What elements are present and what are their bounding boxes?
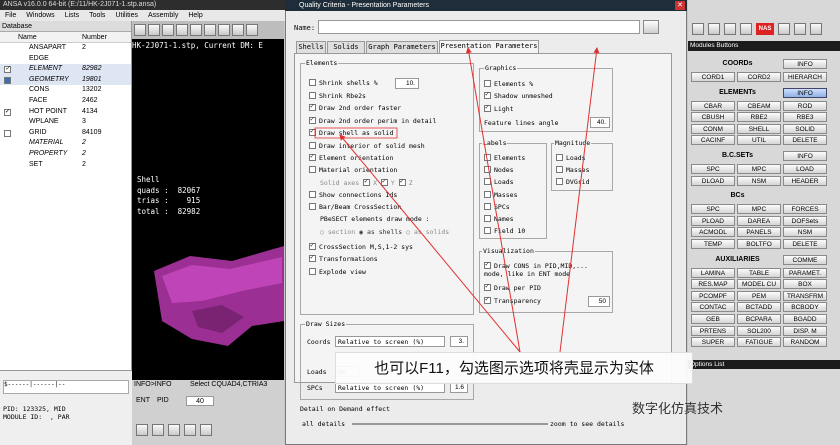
highlight-draw-shell bbox=[314, 127, 398, 139]
arrow-to-tab-right bbox=[559, 47, 600, 353]
arrow-to-tab bbox=[465, 47, 521, 353]
annotation-note: 也可以F11，勾选图示选项将壳显示为实体 bbox=[335, 352, 693, 384]
watermark-text: 数字化仿真技术 bbox=[632, 401, 724, 416]
arrow-to-draw-shell bbox=[339, 134, 521, 353]
